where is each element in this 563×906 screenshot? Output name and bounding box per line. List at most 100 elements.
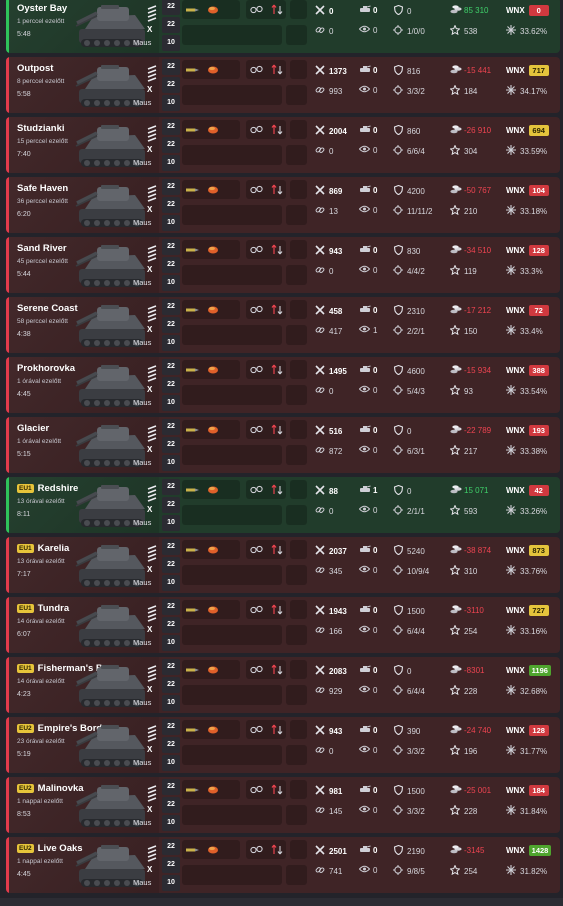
tier-badge: 22 [162, 839, 180, 855]
tank-name: Maus [133, 758, 152, 767]
wnx-rating: WNX 727 [506, 605, 549, 616]
stat-xp: 184 [449, 84, 477, 97]
stat-shots: 6/3/1 [393, 445, 425, 457]
stat-value-frags: 0 [373, 365, 378, 375]
tool-icon [250, 305, 263, 314]
map-name-text: Oyster Bay [17, 3, 68, 14]
coins-icon [450, 245, 462, 256]
battle-stats: 0 0 0 0 0 1/0/0 85 310 538 WNX 0 33.62% [312, 0, 560, 53]
stat-value-damage: 2004 [329, 126, 347, 136]
next-row-peek [0, 898, 563, 906]
tier-column: 22 22 10 [162, 719, 180, 771]
battle-row[interactable]: EU2 Empire's Border 23 órával ezelőtt 5:19 … [6, 717, 560, 773]
wnx-badge: 1196 [528, 665, 551, 676]
battle-row[interactable]: Prokhorovka 1 órával ezelőtt 4:45 X Maus 22 2… [6, 357, 560, 413]
battle-stats: 1495 0 4600 0 0 5/4/3 -15 934 93 WNX 388 33.54% [312, 357, 560, 413]
battle-row[interactable]: Studzianki 15 perccel ezelőtt 7:40 X Maus 22… [6, 117, 560, 173]
battle-row[interactable]: Safe Haven 36 perccel ezelőtt 6:20 X Maus 22… [6, 177, 560, 233]
stat-xp: 304 [449, 144, 477, 157]
consumables-slot [182, 840, 240, 859]
coins-icon [450, 785, 462, 796]
stat-block: 4600 [393, 364, 425, 377]
crossed-swords-icon [315, 5, 325, 17]
stat-xp: 254 [449, 624, 477, 637]
battle-row[interactable]: Glacier 1 órával ezelőtt 5:15 X Maus 22 22 10 5… [6, 417, 560, 473]
shell-icon [186, 547, 200, 553]
battle-row[interactable]: EU1 Karelia 13 órával ezelőtt 7:17 X Maus 22 2… [6, 537, 560, 593]
arrows-icon [270, 244, 284, 255]
battle-duration: 8:11 [17, 511, 31, 518]
stat-wn: 33.76% [506, 565, 547, 577]
tank-tier: X [147, 205, 153, 214]
battle-row[interactable]: EU1 Tundra 14 órával ezelőtt 6:07 X Maus 22 22… [6, 597, 560, 653]
modules-slot [246, 180, 286, 199]
crosshair-icon [393, 565, 403, 577]
tier-badge: 10 [162, 35, 180, 51]
stat-credits: -34 510 [450, 245, 491, 256]
stat-spot: 0 [358, 265, 377, 275]
map-name: EU1 Tundra [17, 603, 69, 614]
stat-block: 0 [393, 424, 411, 437]
shield-icon [393, 64, 403, 77]
wnx-rating: WNX 72 [506, 305, 549, 316]
stat-value-frags: 0 [373, 725, 378, 735]
stat-frags: 0 [359, 725, 377, 735]
battle-row[interactable]: Serene Coast 58 perccel ezelőtt 4:38 X Maus… [6, 297, 560, 353]
stat-frags: 0 [359, 305, 377, 315]
extra-slot [290, 480, 307, 499]
tier-badge: 22 [162, 479, 180, 495]
battle-row[interactable]: Outpost 8 perccel ezelőtt 5:58 X Maus 22 22 10… [6, 57, 560, 113]
consumables-slot [182, 540, 240, 559]
tier-badge: 22 [162, 857, 180, 873]
map-name-text: Karelia [37, 543, 70, 554]
battle-duration: 4:23 [17, 691, 31, 698]
stat-shots: 6/4/4 [393, 625, 425, 637]
stat-spot: 1 [358, 325, 377, 335]
wnx-rating: WNX 1196 [506, 665, 551, 676]
coins-icon [450, 545, 462, 556]
battle-row[interactable]: Sand River 45 perccel ezelőtt 5:44 X Maus 22… [6, 237, 560, 293]
battle-row[interactable]: EU2 Live Oaks 1 nappal ezelőtt 4:45 X Maus 22… [6, 837, 560, 893]
equipment-slot-small [286, 325, 307, 345]
stat-value-shots: 6/6/4 [407, 146, 425, 156]
food-icon [207, 245, 219, 254]
battle-row[interactable]: Oyster Bay 1 perccel ezelőtt 5:48 X Maus 22 2… [6, 0, 560, 53]
arrows-icon [270, 304, 284, 315]
stat-value-frags: 0 [373, 185, 378, 195]
battle-row[interactable]: EU2 Malinovka 1 nappal ezelőtt 8:53 X Maus 22… [6, 777, 560, 833]
shield-icon [393, 424, 403, 437]
stat-damage: 1373 [315, 65, 347, 77]
stat-shots: 3/3/2 [393, 745, 425, 757]
tier-badge: 10 [162, 215, 180, 231]
eye-icon [358, 685, 371, 695]
stat-value-shots: 4/4/2 [407, 266, 425, 276]
consumables-slot [182, 360, 240, 379]
star-icon [449, 564, 461, 577]
shield-icon [393, 784, 403, 797]
stat-frags: 0 [359, 545, 377, 555]
crosshair-icon [393, 505, 403, 517]
equipment-slot-small [286, 205, 307, 225]
map-cell: EU1 Karelia 13 órával ezelőtt 7:17 X Maus [9, 537, 159, 593]
equipment-slot-small [286, 85, 307, 105]
wnx-label: WNX [506, 786, 525, 795]
equipment-slot-small [286, 805, 307, 825]
crossed-swords-icon [315, 785, 325, 797]
stat-assist: 345 [315, 565, 342, 577]
stat-value-damage: 88 [329, 486, 338, 496]
stat-value-damage: 2037 [329, 546, 347, 556]
star-icon [449, 324, 461, 337]
battle-duration: 6:07 [17, 631, 31, 638]
crossed-swords-icon [315, 65, 325, 77]
stat-value-shots: 2/1/1 [407, 506, 425, 516]
star-icon [449, 204, 461, 217]
stat-credits: -22 789 [450, 425, 491, 436]
battle-row[interactable]: EU1 Redshire 13 órával ezelőtt 8:11 X Maus 22… [6, 477, 560, 533]
battle-row[interactable]: EU1 Fisherman's Bay 14 órával ezelőtt 4:23 … [6, 657, 560, 713]
stat-value-xp: 93 [464, 386, 473, 396]
wnx-rating: WNX 128 [506, 245, 549, 256]
stat-shots: 3/3/2 [393, 805, 425, 817]
tank-kill-icon [359, 305, 371, 315]
stat-value-frags: 0 [373, 845, 378, 855]
stat-value-frags: 0 [373, 425, 378, 435]
